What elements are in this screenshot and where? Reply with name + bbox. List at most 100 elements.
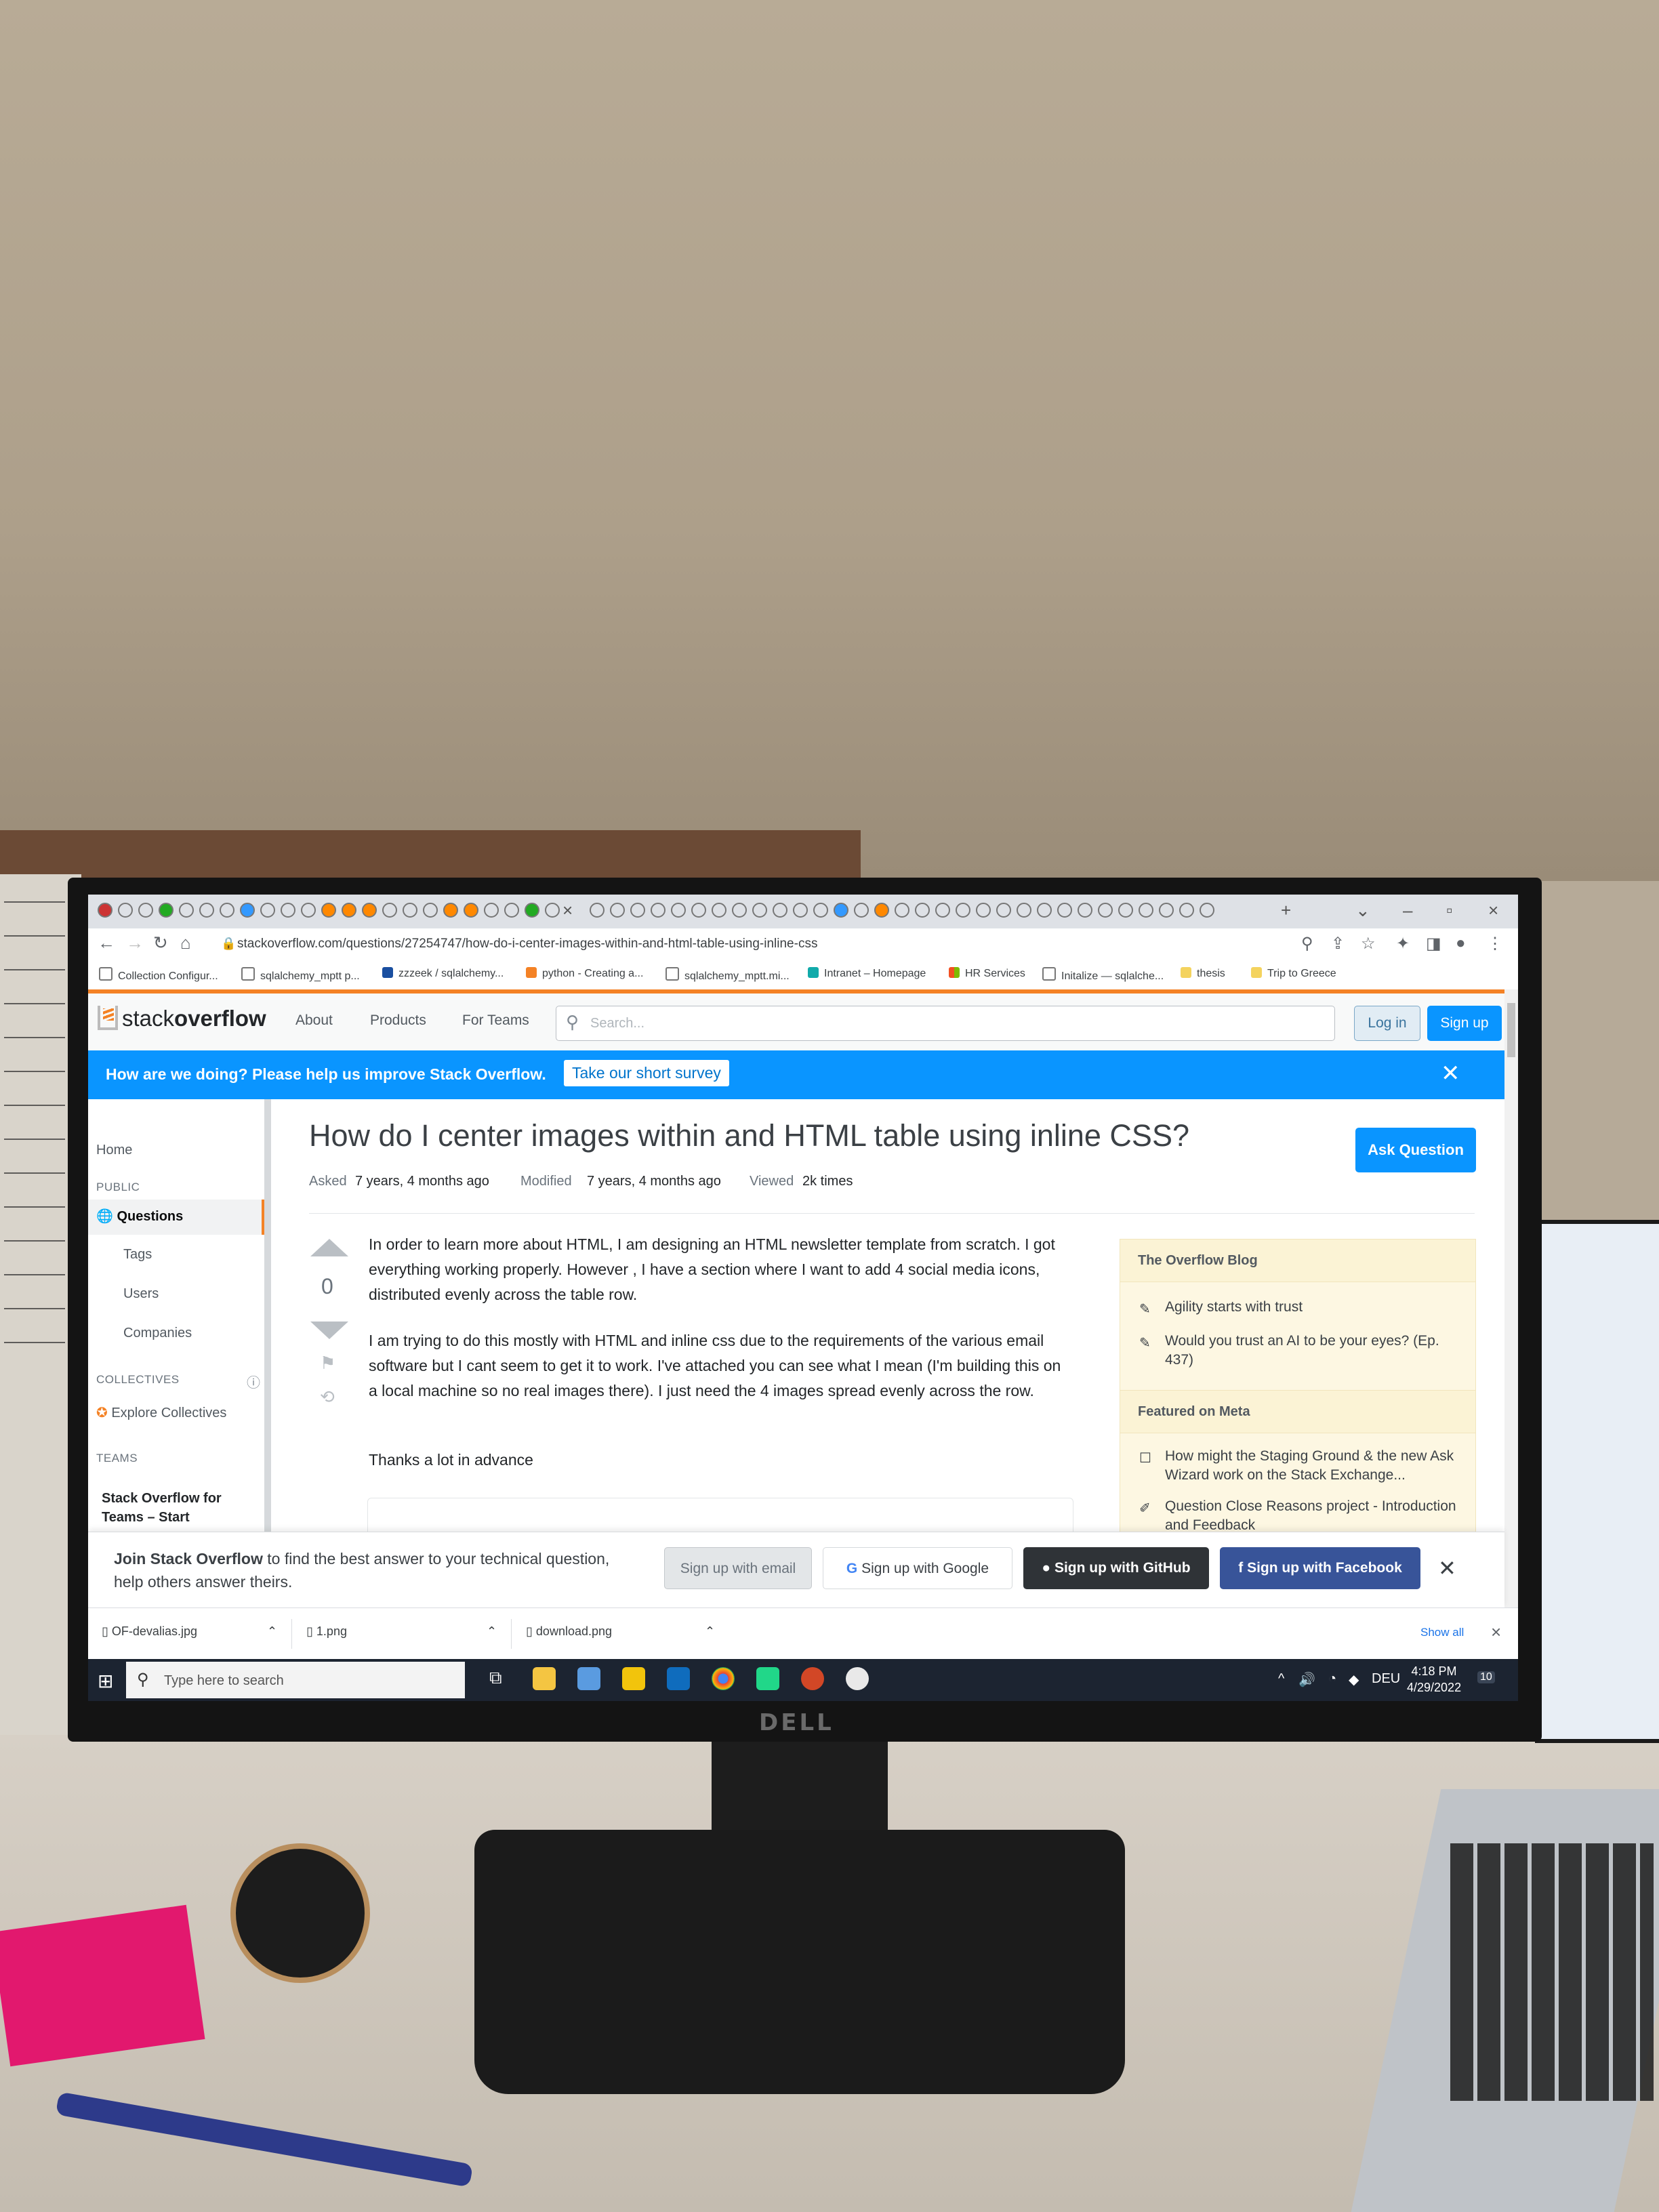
scrollbar-thumb[interactable] (1507, 1003, 1515, 1057)
new-tab-icon[interactable]: + (1281, 900, 1291, 921)
history-icon[interactable]: ⟲ (320, 1387, 335, 1408)
tab-favicon-icon[interactable] (996, 903, 1011, 918)
bookmark-item[interactable]: python - Creating a... (526, 967, 643, 980)
meta-link[interactable]: Question Close Reasons project - Introdu… (1165, 1497, 1463, 1535)
bookmark-item[interactable]: sqlalchemy_mptt.mi... (665, 967, 790, 983)
tab-favicon-icon[interactable] (138, 903, 153, 918)
info-icon[interactable]: ⓘ (247, 1372, 260, 1391)
tab-favicon-icon[interactable] (484, 903, 499, 918)
tab-favicon-icon[interactable] (382, 903, 397, 918)
outlook-icon[interactable] (667, 1667, 690, 1690)
nav-for-teams[interactable]: For Teams (462, 1012, 529, 1029)
tab-favicon-icon[interactable] (712, 903, 726, 918)
share-icon[interactable]: ⇪ (1331, 934, 1345, 954)
notification-badge[interactable]: 10 (1477, 1671, 1495, 1683)
bookmark-item[interactable]: HR Services (949, 967, 1025, 980)
sidepanel-icon[interactable]: ◨ (1426, 934, 1441, 954)
zoom-icon[interactable]: ⚲ (1301, 934, 1313, 954)
bookmark-item[interactable]: Collection Configur... (99, 967, 218, 983)
tab-favicon-icon[interactable] (1139, 903, 1153, 918)
nav-products[interactable]: Products (370, 1012, 426, 1029)
download-item[interactable]: ▯ 1.png (306, 1624, 347, 1639)
back-icon[interactable]: ← (98, 933, 115, 954)
tab-favicon-icon[interactable] (301, 903, 316, 918)
ask-question-button[interactable]: Ask Question (1355, 1128, 1476, 1172)
tab-favicon-icon[interactable] (240, 903, 255, 918)
tab-favicon-icon[interactable] (1017, 903, 1031, 918)
download-chevron-icon[interactable]: ⌃ (267, 1624, 277, 1639)
tab-favicon-icon[interactable] (1200, 903, 1214, 918)
file-explorer-icon[interactable] (533, 1667, 556, 1690)
blog-link[interactable]: Agility starts with trust (1165, 1298, 1463, 1317)
tab-favicon-icon[interactable] (976, 903, 991, 918)
close-icon[interactable]: ✕ (1441, 1060, 1460, 1087)
tab-favicon-icon[interactable] (362, 903, 377, 918)
tab-favicon-icon[interactable] (773, 903, 787, 918)
chrome-icon[interactable] (712, 1667, 735, 1690)
tab-favicon-icon[interactable] (1057, 903, 1072, 918)
sidebar-teams-promo-2[interactable]: Teams – Start (102, 1510, 190, 1525)
bookmark-item[interactable]: Initalize — sqlalche... (1042, 967, 1164, 983)
download-item[interactable]: ▯ OF-devalias.jpg (102, 1624, 197, 1639)
tray-chevron-icon[interactable]: ^ (1278, 1671, 1284, 1687)
sidebar-item-companies[interactable]: Companies (123, 1326, 192, 1341)
forward-icon[interactable]: → (126, 933, 144, 954)
profile-icon[interactable]: ● (1456, 934, 1466, 953)
signup-facebook-button[interactable]: f Sign up with Facebook (1220, 1547, 1420, 1589)
tab-favicon-icon[interactable] (1078, 903, 1092, 918)
bookmark-item[interactable]: zzzeek / sqlalchemy... (382, 967, 504, 980)
signup-button[interactable]: Sign up (1427, 1006, 1502, 1041)
sidebar-item-questions[interactable]: 🌐 Questions (96, 1208, 183, 1225)
sidebar-item-home[interactable]: Home (96, 1143, 132, 1158)
tab-favicon-icon[interactable] (935, 903, 950, 918)
windows-start-icon[interactable]: ⊞ (98, 1670, 113, 1692)
tab-favicon-icon[interactable] (671, 903, 686, 918)
tab-favicon-icon[interactable] (220, 903, 234, 918)
tab-favicon-icon[interactable] (915, 903, 930, 918)
tab-favicon-icon[interactable] (423, 903, 438, 918)
upvote-icon[interactable] (310, 1239, 348, 1256)
tab-favicon-icon[interactable] (752, 903, 767, 918)
question-title[interactable]: How do I center images within and HTML t… (309, 1118, 1189, 1153)
tab-favicon-icon[interactable] (1037, 903, 1052, 918)
close-icon[interactable]: × (1491, 1622, 1501, 1643)
tab-favicon-icon[interactable] (651, 903, 665, 918)
bookmark-item[interactable]: Intranet – Homepage (808, 967, 926, 980)
taskbar-search[interactable]: ⚲ Type here to search (126, 1662, 465, 1698)
tab-favicon-icon[interactable] (504, 903, 519, 918)
menu-icon[interactable]: ⋮ (1487, 934, 1503, 954)
bookmark-item[interactable]: thesis (1181, 967, 1225, 980)
signup-github-button[interactable]: ● Sign up with GitHub (1023, 1547, 1209, 1589)
signup-google-button[interactable]: G Sign up with Google (823, 1547, 1012, 1589)
tab-favicon-icon[interactable] (525, 903, 539, 918)
download-chevron-icon[interactable]: ⌃ (705, 1624, 715, 1639)
tab-favicon-icon[interactable] (1159, 903, 1174, 918)
tab-favicon-icon[interactable] (793, 903, 808, 918)
tab-favicon-icon[interactable] (545, 903, 560, 918)
page-scrollbar[interactable] (1504, 989, 1518, 1640)
tab-favicon-icon[interactable] (1179, 903, 1194, 918)
tab-favicon-icon[interactable] (691, 903, 706, 918)
window-close-icon[interactable]: × (1488, 900, 1498, 921)
tab-favicon-icon[interactable] (98, 903, 112, 918)
downvote-icon[interactable] (310, 1322, 348, 1339)
meta-link[interactable]: How might the Staging Ground & the new A… (1165, 1447, 1463, 1485)
blog-link[interactable]: Would you trust an AI to be your eyes? (… (1165, 1332, 1463, 1370)
system-clock[interactable]: 4:18 PM 4/29/2022 (1407, 1663, 1461, 1696)
maximize-icon[interactable]: ▫ (1446, 900, 1452, 921)
close-icon[interactable]: ✕ (1438, 1555, 1456, 1581)
reload-icon[interactable]: ↻ (153, 933, 168, 954)
site-logo[interactable]: stackoverflow (98, 1006, 266, 1031)
bookmark-icon[interactable]: ⚑ (320, 1353, 335, 1374)
tab-favicon-icon[interactable] (342, 903, 356, 918)
nav-about[interactable]: About (295, 1012, 333, 1029)
language-indicator[interactable]: DEU (1372, 1671, 1400, 1687)
tab-favicon-icon[interactable] (610, 903, 625, 918)
star-icon[interactable]: ☆ (1361, 934, 1376, 954)
tab-favicon-icon[interactable] (159, 903, 173, 918)
sidebar-item-users[interactable]: Users (123, 1286, 159, 1302)
tab-favicon-icon[interactable] (813, 903, 828, 918)
login-button[interactable]: Log in (1354, 1006, 1420, 1041)
tab-favicon-icon[interactable] (281, 903, 295, 918)
tab-favicon-icon[interactable] (874, 903, 889, 918)
